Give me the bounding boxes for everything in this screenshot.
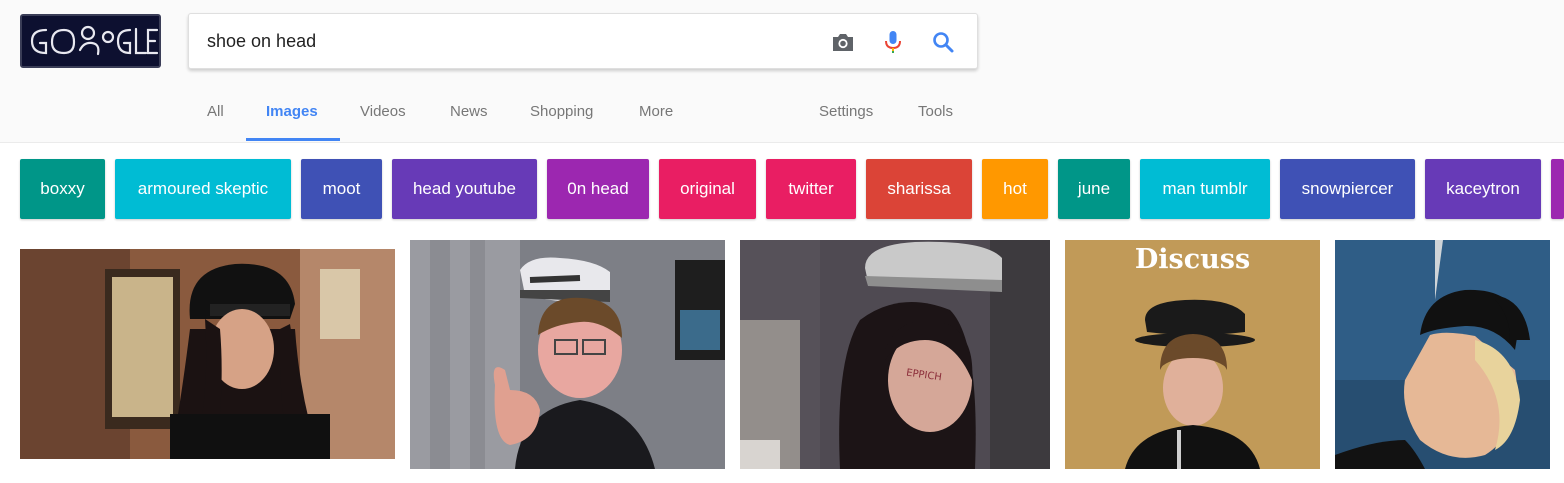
chip-sharissa[interactable]: sharissa bbox=[866, 159, 972, 219]
search-box bbox=[188, 13, 978, 69]
chip-june[interactable]: june bbox=[1058, 159, 1130, 219]
header: All Images Videos News Shopping More Set… bbox=[0, 0, 1564, 143]
related-search-chips: boxxy armoured skeptic moot head youtube… bbox=[0, 159, 1564, 219]
chip-original[interactable]: original bbox=[659, 159, 756, 219]
chip-man-tumblr[interactable]: man tumblr bbox=[1140, 159, 1270, 219]
chip-kaceytron[interactable]: kaceytron bbox=[1425, 159, 1541, 219]
tab-videos[interactable]: Videos bbox=[360, 92, 406, 140]
search-icon[interactable] bbox=[929, 28, 957, 56]
chip-moot[interactable]: moot bbox=[301, 159, 382, 219]
image-result-man-shoe-on-head-thumbs-up[interactable] bbox=[410, 240, 725, 469]
chip-hot[interactable]: hot bbox=[982, 159, 1048, 219]
image-result-girl-shoe-on-head[interactable]: EPPICH bbox=[740, 240, 1050, 469]
tab-news[interactable]: News bbox=[450, 92, 488, 140]
chip-partial[interactable] bbox=[1551, 159, 1564, 219]
chip-0n-head[interactable]: 0n head bbox=[547, 159, 649, 219]
tab-images[interactable]: Images bbox=[266, 92, 318, 140]
doodle-logo-icon[interactable] bbox=[20, 14, 161, 68]
search-input[interactable] bbox=[207, 14, 807, 68]
image-result-woman-police-hat[interactable] bbox=[20, 249, 395, 459]
chip-head-youtube[interactable]: head youtube bbox=[392, 159, 537, 219]
search-tabs: All Images Videos News Shopping More Set… bbox=[0, 92, 1000, 142]
mic-icon[interactable] bbox=[879, 28, 907, 56]
chip-armoured-skeptic[interactable]: armoured skeptic bbox=[115, 159, 291, 219]
tab-more[interactable]: More bbox=[639, 92, 673, 140]
image-result-boy-shoe-on-head[interactable]: Discuss bbox=[1065, 240, 1320, 469]
tab-shopping[interactable]: Shopping bbox=[530, 92, 593, 140]
overlay-caption: Discuss bbox=[1134, 244, 1251, 275]
tab-settings[interactable]: Settings bbox=[819, 92, 873, 140]
tab-tools[interactable]: Tools bbox=[918, 92, 953, 140]
active-tab-indicator bbox=[246, 138, 340, 141]
image-result-woman-futuristic-headgear[interactable] bbox=[1335, 240, 1550, 469]
chip-twitter[interactable]: twitter bbox=[766, 159, 856, 219]
camera-icon[interactable] bbox=[829, 28, 857, 56]
chip-snowpiercer[interactable]: snowpiercer bbox=[1280, 159, 1415, 219]
chip-boxxy[interactable]: boxxy bbox=[20, 159, 105, 219]
tab-all[interactable]: All bbox=[207, 92, 224, 140]
